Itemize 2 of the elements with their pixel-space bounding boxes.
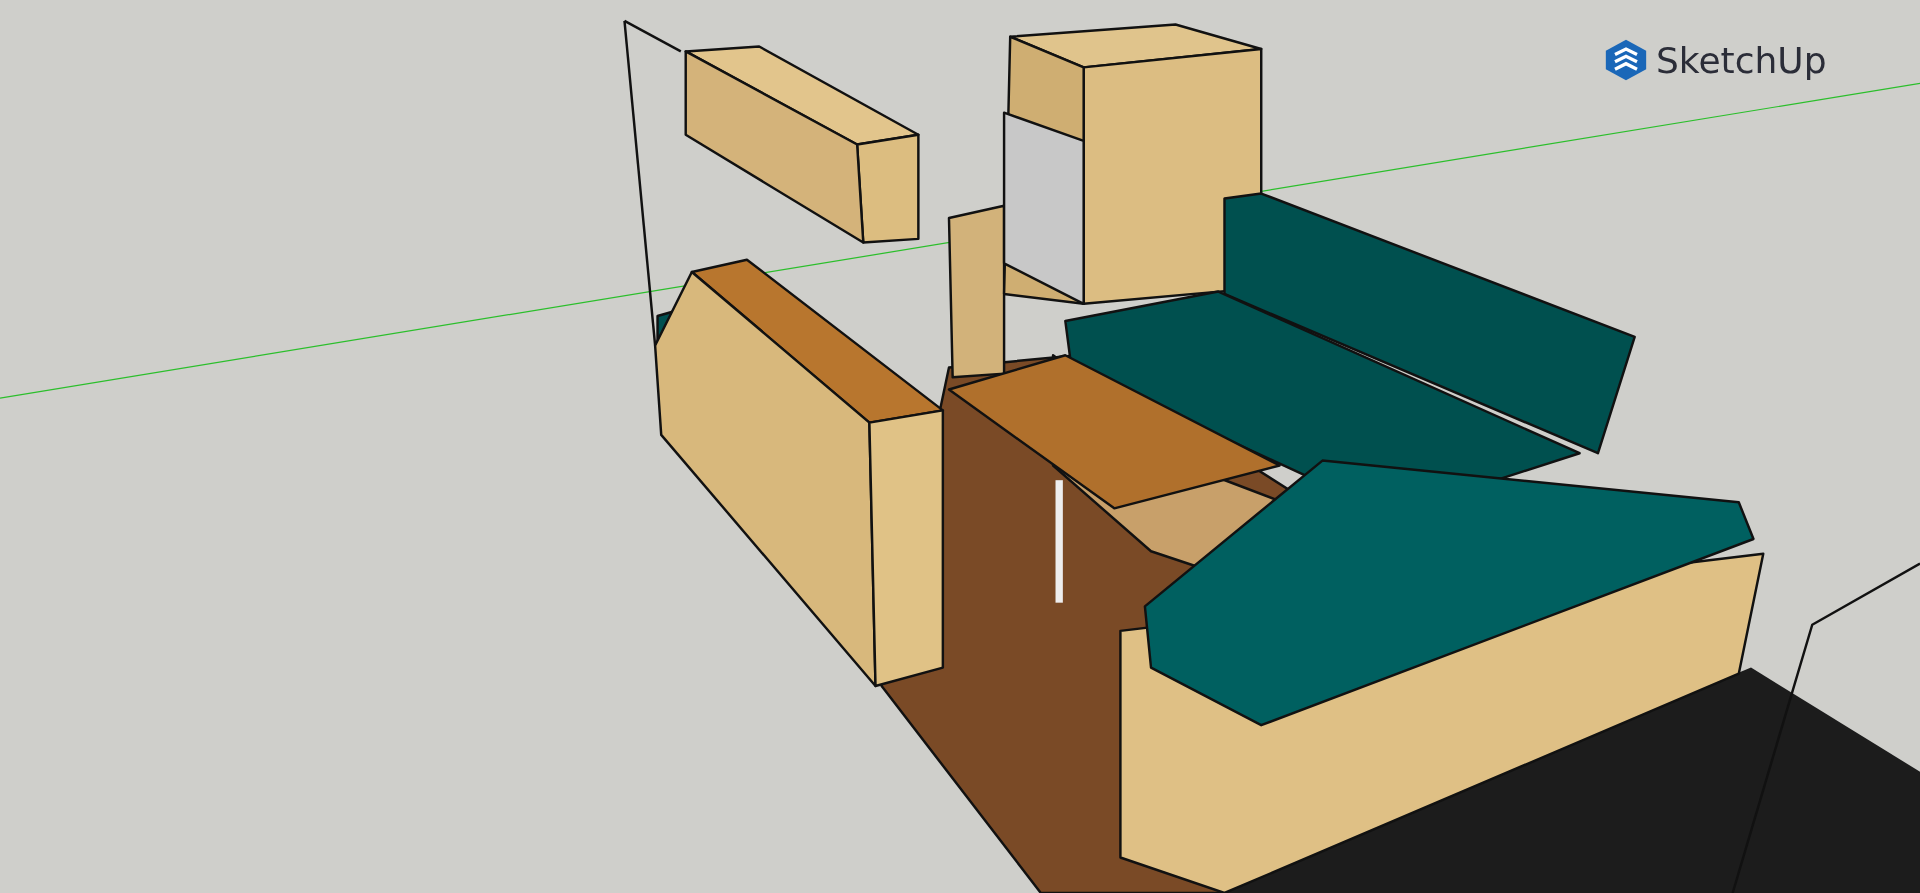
model-viewport[interactable]: SketchUp — [0, 0, 1920, 893]
app-logo-text: SketchUp — [1656, 39, 1827, 81]
